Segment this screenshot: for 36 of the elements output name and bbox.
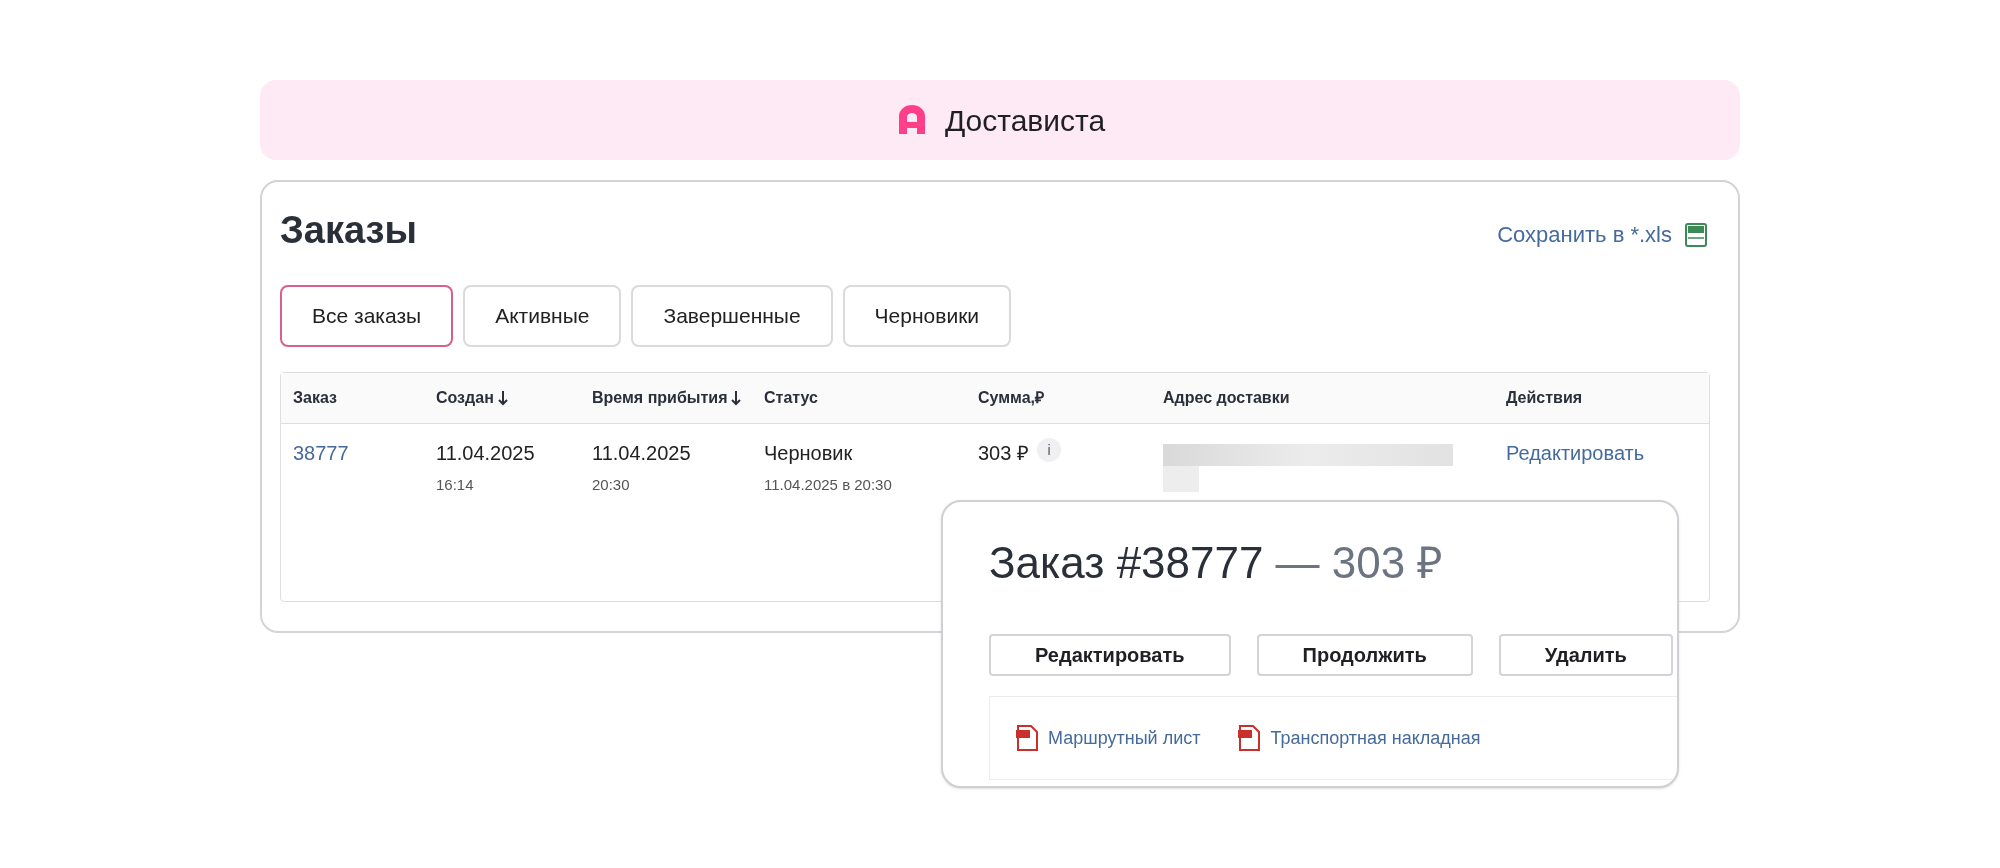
column-header[interactable]: Сумма,₽ — [978, 386, 1045, 410]
document-link[interactable]: Транспортная накладная — [1238, 724, 1481, 752]
sort-arrow-icon[interactable] — [497, 390, 508, 406]
tab[interactable]: Черновики — [842, 285, 1012, 347]
action-button[interactable]: Продолжить — [1256, 634, 1473, 676]
sum-text: 303 ₽ — [978, 441, 1029, 466]
column-header[interactable]: Действия — [1506, 386, 1583, 410]
action-button[interactable]: Удалить — [1498, 634, 1673, 676]
export-link[interactable]: Сохранить в *.xls — [1497, 218, 1708, 251]
tab[interactable]: Активные — [463, 285, 622, 347]
tab[interactable]: Все заказы — [280, 285, 454, 347]
column-header[interactable]: Адрес доставки — [1163, 386, 1290, 410]
column-header[interactable]: Статус — [764, 386, 818, 410]
action-button[interactable]: Редактировать — [989, 634, 1231, 676]
brand-name: Достависта — [944, 102, 1106, 139]
page-title: Заказы — [280, 208, 417, 253]
status-date: 11.04.2025 в 20:30 — [764, 475, 893, 495]
order-link[interactable]: 38777 — [293, 442, 349, 464]
edit-link[interactable]: Редактировать — [1506, 442, 1645, 464]
spreadsheet-icon — [1684, 221, 1708, 248]
pdf-file-icon — [1016, 725, 1038, 751]
time-text: 20:30 — [592, 475, 631, 495]
status-text: Черновик — [764, 441, 854, 466]
column-header[interactable]: Заказ — [293, 386, 337, 410]
popup-amount: — 303 ₽ — [1275, 537, 1444, 589]
date-text: 11.04.2025 — [592, 441, 692, 466]
info-badge[interactable]: i — [1036, 438, 1061, 462]
column-header[interactable]: Время прибытия — [592, 386, 728, 410]
pdf-file-icon — [1238, 725, 1261, 751]
column-header[interactable]: Создан — [436, 386, 494, 410]
document-link[interactable]: Маршрутный лист — [1016, 724, 1201, 752]
time-text: 16:14 — [436, 475, 475, 495]
tab[interactable]: Завершенные — [631, 285, 833, 347]
popup-title: Заказ #38777 — [989, 537, 1264, 589]
sort-arrow-icon[interactable] — [731, 390, 742, 406]
date-text: 11.04.2025 — [436, 441, 536, 466]
